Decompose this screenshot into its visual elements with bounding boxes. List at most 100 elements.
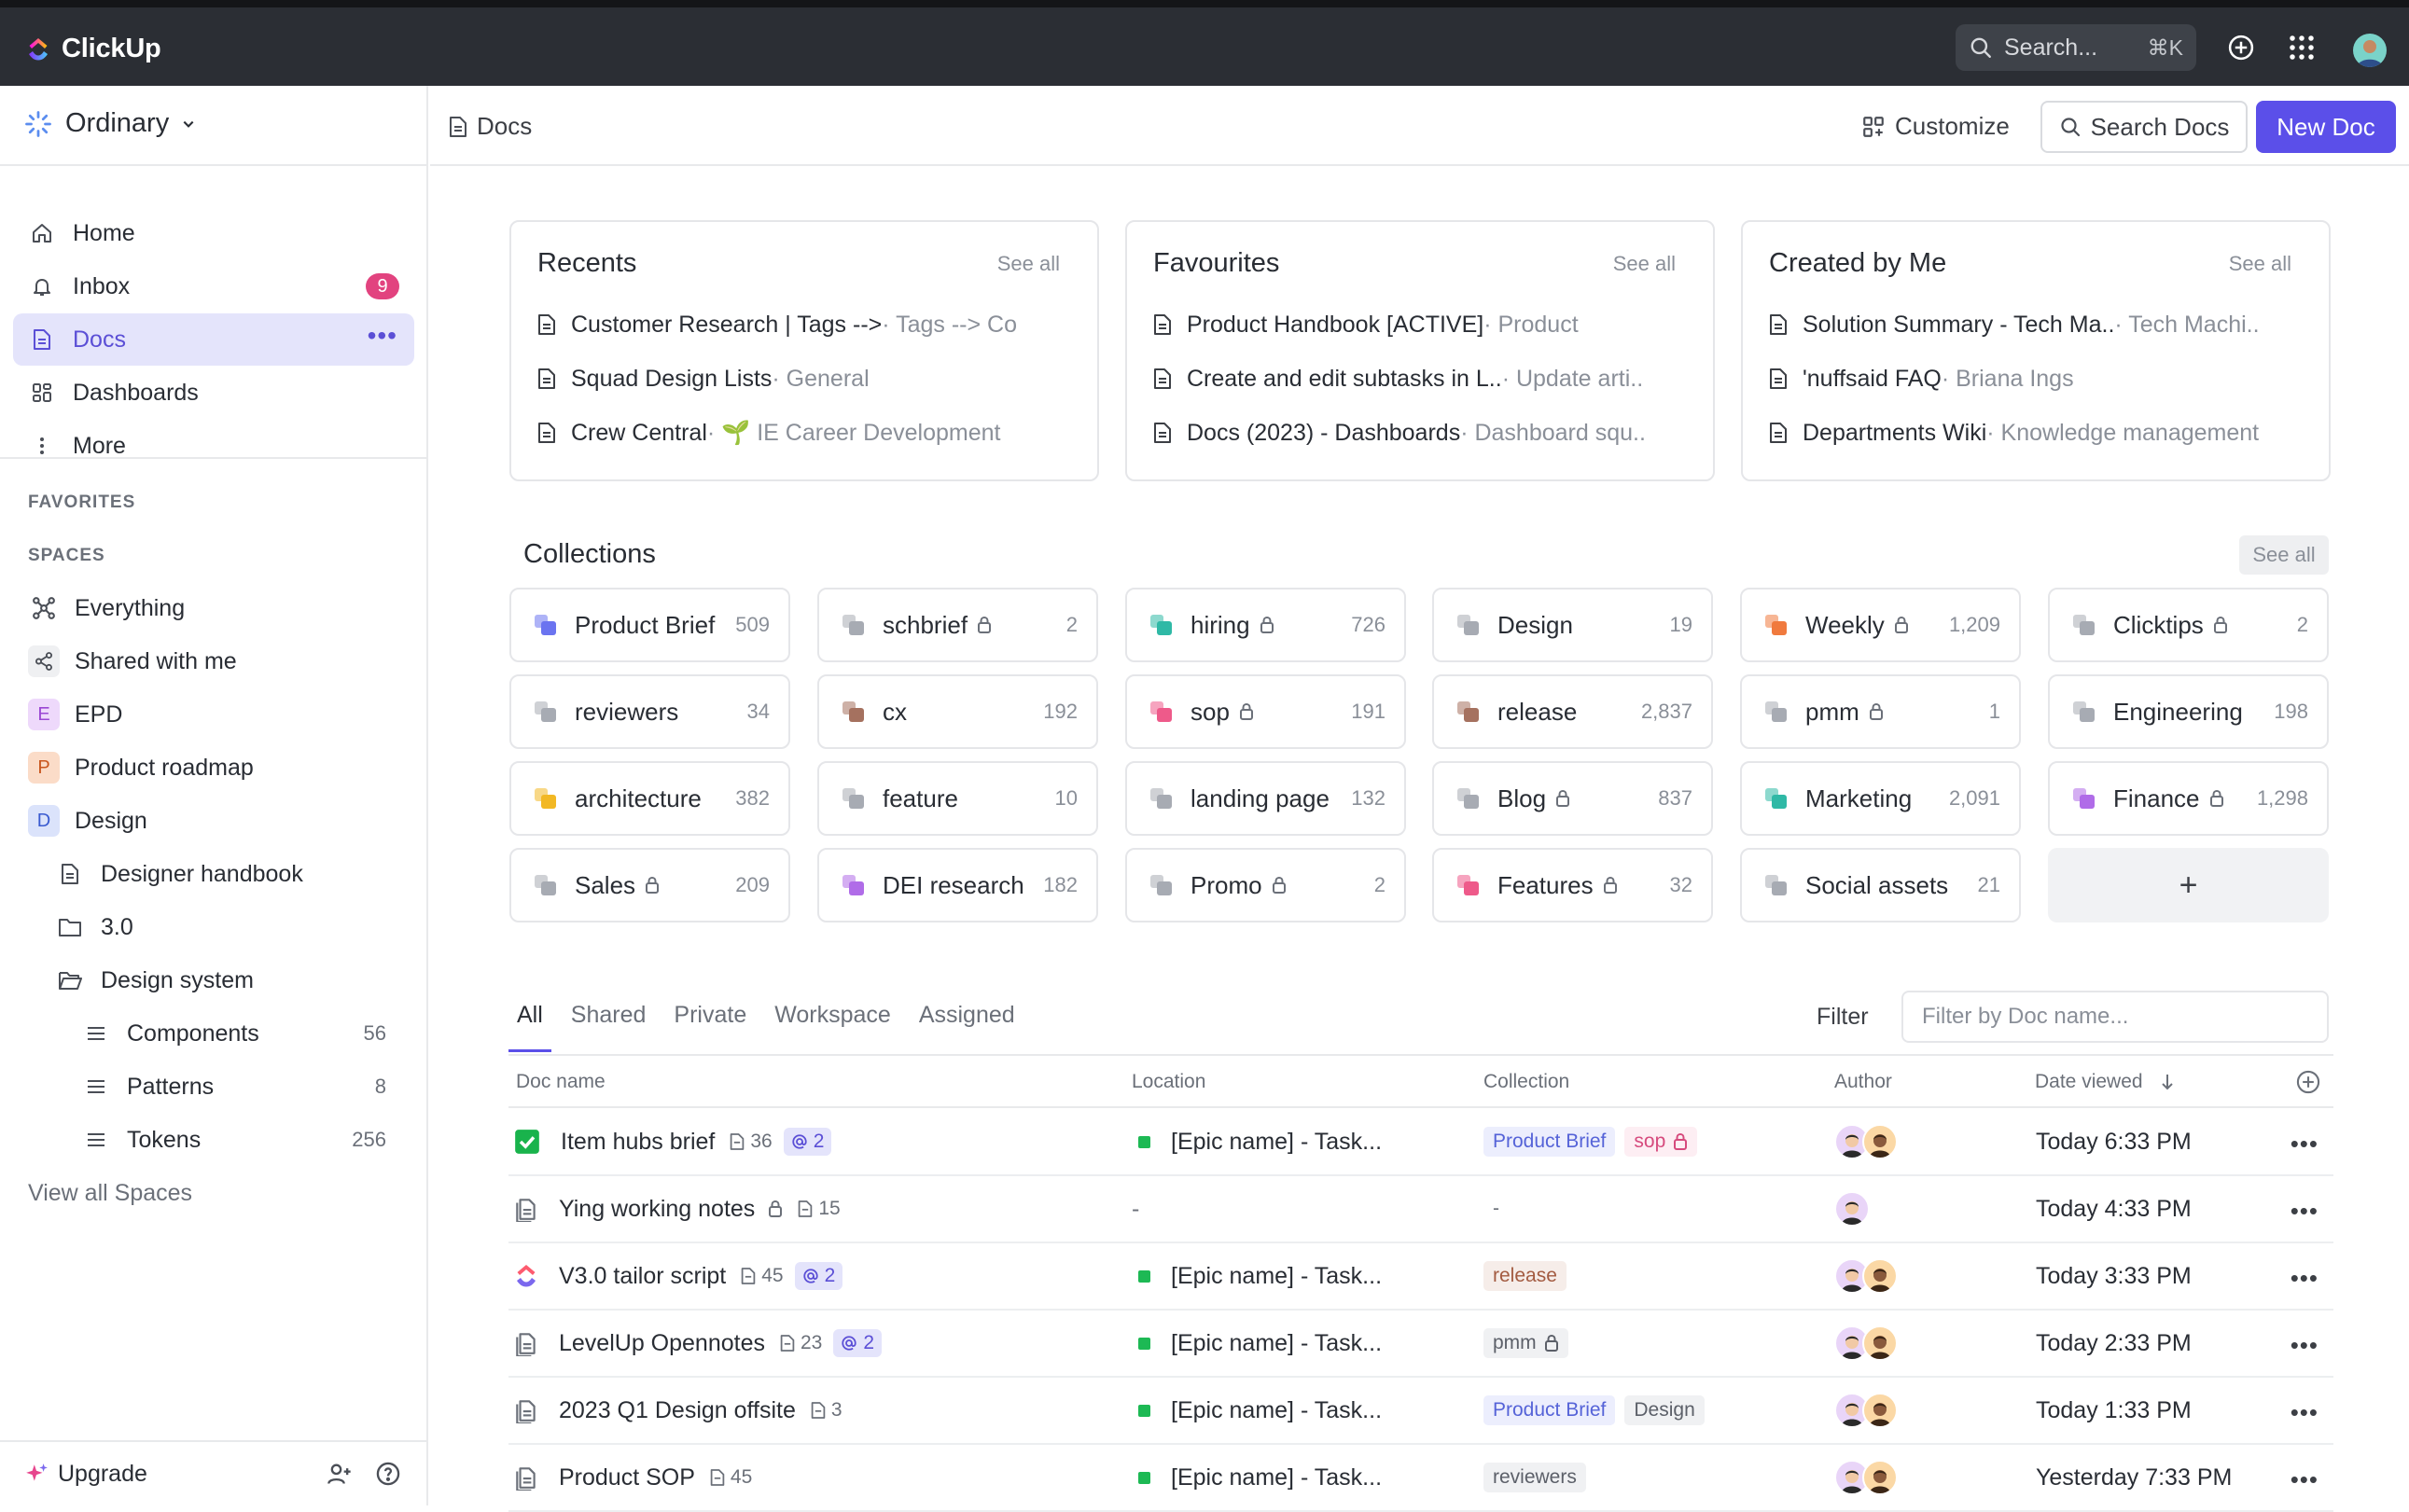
mention-badge[interactable]: 2: [783, 1128, 832, 1156]
tree-item-designer-handbook[interactable]: Designer handbook: [13, 848, 414, 900]
collection-chip[interactable]: Finance 1,298: [2048, 761, 2329, 836]
tree-item-patterns[interactable]: Patterns 8: [13, 1061, 414, 1113]
space-product-roadmap[interactable]: P Product roadmap: [13, 742, 414, 794]
column-header-collection[interactable]: Collection: [1483, 1071, 1569, 1093]
invite-user-icon[interactable]: [327, 1461, 353, 1487]
collection-chip[interactable]: hiring 726: [1125, 588, 1406, 662]
mention-badge[interactable]: 2: [794, 1262, 843, 1290]
see-all-link[interactable]: See all: [997, 252, 1060, 276]
column-header-author[interactable]: Author: [1834, 1071, 1892, 1093]
collection-chip[interactable]: Social assets 21: [1740, 848, 2021, 922]
collection-tag[interactable]: Design: [1624, 1395, 1705, 1425]
recent-doc-item[interactable]: Solution Summary - Tech Ma.. · Tech Mach…: [1769, 306, 2303, 343]
collection-chip[interactable]: schbrief 2: [817, 588, 1098, 662]
user-avatar[interactable]: [2353, 34, 2387, 67]
collection-chip[interactable]: Promo 2: [1125, 848, 1406, 922]
breadcrumb[interactable]: Docs: [449, 112, 532, 141]
table-row[interactable]: Ying working notes 15 - - Today 4:33 PM ••…: [508, 1176, 2333, 1243]
mention-badge[interactable]: 2: [833, 1329, 883, 1357]
recent-doc-item[interactable]: 'nuffsaid FAQ · Briana Ings: [1769, 360, 2303, 397]
column-header-doc-name[interactable]: Doc name: [516, 1071, 606, 1093]
tab-shared[interactable]: Shared: [563, 989, 655, 1052]
sidebar-item-home[interactable]: Home: [13, 207, 414, 259]
row-more-icon[interactable]: •••: [2291, 1264, 2318, 1293]
see-all-link[interactable]: See all: [1613, 252, 1676, 276]
customize-button[interactable]: Customize: [1861, 112, 2010, 141]
tree-item-design-system[interactable]: Design system: [13, 954, 414, 1006]
collection-chip[interactable]: architecture 382: [509, 761, 790, 836]
table-row[interactable]: V3.0 tailor script 45 2 [Epic name] - Ta…: [508, 1243, 2333, 1311]
author-avatar[interactable]: [1862, 1258, 1898, 1294]
add-collection-button[interactable]: +: [2048, 848, 2329, 922]
global-search[interactable]: Search... ⌘K: [1956, 24, 2196, 71]
row-more-icon[interactable]: •••: [2291, 1197, 2318, 1226]
collection-chip[interactable]: Sales 209: [509, 848, 790, 922]
author-avatar[interactable]: [1862, 1325, 1898, 1361]
collection-chip[interactable]: Weekly 1,209: [1740, 588, 2021, 662]
row-more-icon[interactable]: •••: [2291, 1465, 2318, 1494]
favorites-heading[interactable]: FAVORITES: [28, 492, 135, 513]
collection-chip[interactable]: Product Brief 509: [509, 588, 790, 662]
row-more-icon[interactable]: •••: [2291, 1398, 2318, 1427]
collection-chip[interactable]: Design 19: [1432, 588, 1713, 662]
location-cell[interactable]: [Epic name] - Task...: [1138, 1311, 1382, 1376]
recent-doc-item[interactable]: Create and edit subtasks in L.. · Update…: [1153, 360, 1687, 397]
more-horizontal-icon[interactable]: •••: [368, 321, 397, 351]
collection-chip[interactable]: Marketing 2,091: [1740, 761, 2021, 836]
recent-doc-item[interactable]: Product Handbook [ACTIVE] · Product: [1153, 306, 1687, 343]
recent-doc-item[interactable]: Departments Wiki · Knowledge management: [1769, 414, 2303, 451]
row-more-icon[interactable]: •••: [2291, 1130, 2318, 1158]
collection-tag[interactable]: release: [1483, 1261, 1567, 1291]
collection-chip[interactable]: Clicktips 2: [2048, 588, 2329, 662]
doc-name[interactable]: Ying working notes: [559, 1196, 755, 1223]
collection-chip[interactable]: landing page 132: [1125, 761, 1406, 836]
collection-chip[interactable]: DEI research 182: [817, 848, 1098, 922]
doc-name[interactable]: 2023 Q1 Design offsite: [559, 1397, 796, 1424]
sidebar-item-dashboards[interactable]: Dashboards: [13, 367, 414, 419]
add-column-icon[interactable]: [2295, 1069, 2321, 1095]
author-avatar[interactable]: [1834, 1191, 1870, 1227]
space-everything[interactable]: Everything: [13, 582, 414, 634]
location-cell[interactable]: [Epic name] - Task...: [1138, 1445, 1382, 1510]
space-design[interactable]: D Design: [13, 795, 414, 847]
apps-grid-icon[interactable]: [2288, 34, 2316, 62]
add-circle-icon[interactable]: [2227, 34, 2255, 62]
app-logo[interactable]: ClickUp: [26, 34, 161, 64]
collection-chip[interactable]: Features 32: [1432, 848, 1713, 922]
view-all-spaces-link[interactable]: View all Spaces: [13, 1167, 414, 1219]
new-doc-button[interactable]: New Doc: [2256, 101, 2396, 153]
collection-chip[interactable]: reviewers 34: [509, 674, 790, 749]
recent-doc-item[interactable]: Customer Research | Tags --> · Tags --> …: [537, 306, 1071, 343]
sidebar-item-more[interactable]: More: [13, 420, 414, 472]
collection-chip[interactable]: feature 10: [817, 761, 1098, 836]
tree-item-tokens[interactable]: Tokens 256: [13, 1114, 414, 1166]
doc-name[interactable]: Item hubs brief: [561, 1129, 715, 1156]
collection-tag[interactable]: pmm: [1483, 1328, 1568, 1358]
location-cell[interactable]: -: [1132, 1176, 1139, 1242]
row-more-icon[interactable]: •••: [2291, 1331, 2318, 1360]
collection-chip[interactable]: cx 192: [817, 674, 1098, 749]
collection-tag[interactable]: -: [1483, 1194, 1509, 1224]
author-avatar[interactable]: [1862, 1124, 1898, 1159]
collections-see-all-button[interactable]: See all: [2239, 535, 2329, 575]
tab-all[interactable]: All: [508, 989, 551, 1052]
author-avatar[interactable]: [1862, 1460, 1898, 1495]
tab-assigned[interactable]: Assigned: [911, 989, 1023, 1052]
collection-tag[interactable]: Product Brief: [1483, 1395, 1616, 1425]
collection-chip[interactable]: Engineering 198: [2048, 674, 2329, 749]
help-icon[interactable]: [375, 1461, 401, 1487]
sidebar-item-docs[interactable]: Docs •••: [13, 313, 414, 366]
collection-chip[interactable]: pmm 1: [1740, 674, 2021, 749]
tree-item-3-0[interactable]: 3.0: [13, 901, 414, 953]
collection-chip[interactable]: Blog 837: [1432, 761, 1713, 836]
column-header-location[interactable]: Location: [1132, 1071, 1205, 1093]
see-all-link[interactable]: See all: [2229, 252, 2291, 276]
table-row[interactable]: 2023 Q1 Design offsite 3 [Epic name] - T…: [508, 1378, 2333, 1445]
collection-tag[interactable]: Product Brief: [1483, 1127, 1616, 1157]
doc-name[interactable]: LevelUp Opennotes: [559, 1330, 765, 1357]
workspace-switcher[interactable]: Ordinary: [24, 108, 195, 139]
collection-tag[interactable]: sop: [1624, 1127, 1698, 1157]
column-header-date-viewed[interactable]: Date viewed: [2035, 1071, 2175, 1093]
doc-name[interactable]: Product SOP: [559, 1464, 695, 1491]
tree-item-components[interactable]: Components 56: [13, 1007, 414, 1060]
